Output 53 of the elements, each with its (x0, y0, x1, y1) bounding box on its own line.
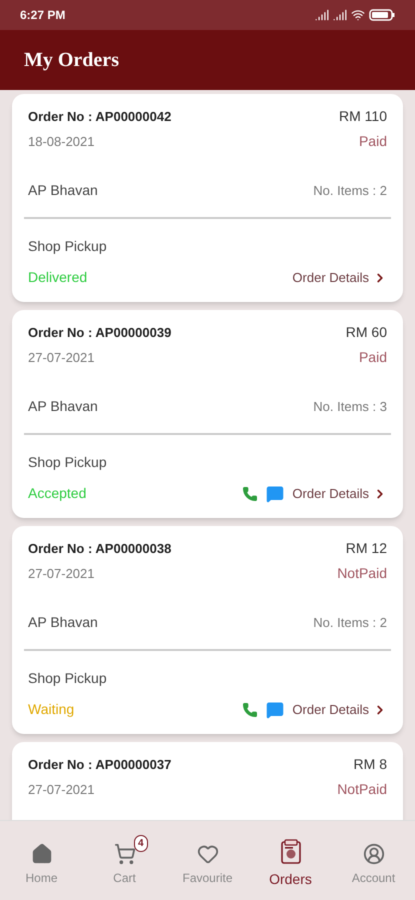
order-amount: RM 60 (346, 323, 387, 342)
order-number: Order No : AP00000038 (28, 540, 172, 558)
payment-status: NotPaid (337, 780, 387, 799)
nav-tab[interactable]: Cart 4 (90, 834, 160, 886)
order-status: Delivered (28, 268, 88, 287)
delivery-type: Shop Pickup (28, 238, 107, 254)
item-count: No. Items : 2 (313, 614, 387, 632)
payment-status: Paid (358, 132, 387, 151)
order-number: Order No : AP00000042 (28, 108, 172, 126)
order-status: Accepted (28, 484, 86, 503)
battery-icon (369, 9, 395, 21)
shop-name: AP Bhavan (28, 397, 98, 416)
order-details-link[interactable]: Order Details (292, 268, 387, 288)
order-amount: RM 8 (354, 755, 387, 774)
payment-status: NotPaid (337, 564, 387, 583)
account-icon (362, 842, 384, 864)
order-card[interactable]: Order No : AP00000042 RM 110 18-08-2021 Paid AP Bhavan No. Items : 2 Shop Pickup Delivered Order Details (12, 94, 403, 302)
order-card[interactable]: Order No : AP00000039 RM 60 27-07-2021 Paid AP Bhavan No. Items : 3 Shop Pickup Accepted Order Details (12, 310, 403, 518)
message-icon[interactable] (266, 484, 284, 502)
order-amount: RM 12 (346, 539, 387, 558)
shop-name: AP Bhavan (28, 181, 98, 200)
order-number: Order No : AP00000037 (28, 756, 172, 774)
phone-icon[interactable] (242, 702, 258, 718)
signal-icon (333, 8, 347, 22)
item-count: No. Items : 2 (313, 182, 387, 200)
order-bag-icon (278, 839, 302, 865)
shop-name: AP Bhavan (28, 613, 98, 632)
signal-icon (315, 8, 329, 22)
page-title: My Orders (24, 48, 119, 73)
delivery-type: Shop Pickup (28, 454, 107, 470)
wifi-icon (351, 8, 365, 22)
order-number: Order No : AP00000039 (28, 324, 172, 342)
order-date: 27-07-2021 (28, 564, 94, 583)
item-count: No. Items : 3 (313, 398, 387, 416)
delivery-type: Shop Pickup (28, 670, 107, 686)
order-date: 18-08-2021 (28, 132, 94, 151)
order-card[interactable]: Order No : AP00000037 RM 8 27-07-2021 NotPaid (12, 742, 403, 820)
order-details-link[interactable]: Order Details (292, 700, 387, 720)
heart-icon (196, 842, 218, 864)
order-amount: RM 110 (339, 107, 387, 126)
cart-badge: 4 (134, 834, 148, 852)
order-status: Waiting (28, 700, 74, 719)
order-date: 27-07-2021 (28, 780, 94, 799)
phone-icon[interactable] (242, 486, 258, 502)
nav-tab[interactable]: Orders (256, 831, 326, 890)
order-card[interactable]: Order No : AP00000038 RM 12 27-07-2021 NotPaid AP Bhavan No. Items : 2 Shop Pickup Waiting Order Details (12, 526, 403, 734)
payment-status: Paid (358, 348, 387, 367)
order-details-link[interactable]: Order Details (292, 484, 387, 504)
order-date: 27-07-2021 (28, 348, 94, 367)
message-icon[interactable] (266, 700, 284, 718)
home-icon (30, 842, 52, 864)
status-time: 6:27 PM (20, 7, 66, 24)
cart-icon (114, 842, 136, 864)
